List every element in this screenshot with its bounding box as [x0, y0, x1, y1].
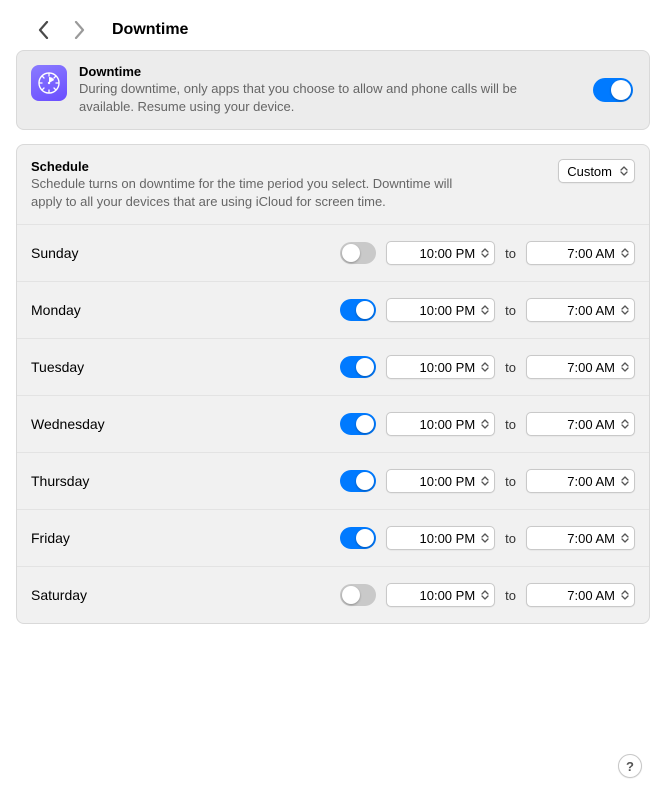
stepper-icon [479, 416, 491, 432]
header: Downtime [16, 10, 650, 50]
schedule-rows: Sunday 10:00 PM to 7:00 AM Monday 10:00 PM to 7… [17, 224, 649, 623]
day-label: Tuesday [31, 359, 340, 375]
from-time-value: 10:00 PM [395, 474, 476, 489]
schedule-description: Schedule turns on downtime for the time … [31, 175, 471, 210]
from-time-value: 10:00 PM [395, 588, 476, 603]
downtime-hero-text: Downtime During downtime, only apps that… [79, 64, 573, 115]
help-button[interactable]: ? [618, 754, 642, 778]
chevron-right-icon [74, 21, 85, 39]
from-time-value: 10:00 PM [395, 360, 476, 375]
schedule-row: Saturday 10:00 PM to 7:00 AM [17, 567, 649, 623]
stepper-icon [479, 473, 491, 489]
day-label: Sunday [31, 245, 340, 261]
to-time-field[interactable]: 7:00 AM [526, 298, 635, 322]
day-label: Monday [31, 302, 340, 318]
to-time-field[interactable]: 7:00 AM [526, 241, 635, 265]
schedule-mode-value: Custom [567, 164, 612, 179]
to-label: to [505, 417, 516, 432]
day-toggle[interactable] [340, 413, 376, 435]
schedule-mode-select[interactable]: Custom [558, 159, 635, 183]
from-time-field[interactable]: 10:00 PM [386, 241, 495, 265]
back-button[interactable] [34, 16, 52, 44]
day-toggle[interactable] [340, 356, 376, 378]
day-label: Friday [31, 530, 340, 546]
to-time-field[interactable]: 7:00 AM [526, 355, 635, 379]
stepper-icon [619, 530, 631, 546]
day-toggle[interactable] [340, 584, 376, 606]
to-time-field[interactable]: 7:00 AM [526, 583, 635, 607]
from-time-field[interactable]: 10:00 PM [386, 526, 495, 550]
day-label: Thursday [31, 473, 340, 489]
from-time-field[interactable]: 10:00 PM [386, 412, 495, 436]
schedule-panel: Schedule Schedule turns on downtime for … [16, 144, 650, 624]
chevron-left-icon [38, 21, 49, 39]
to-time-field[interactable]: 7:00 AM [526, 412, 635, 436]
stepper-icon [618, 163, 630, 179]
to-label: to [505, 360, 516, 375]
stepper-icon [479, 245, 491, 261]
to-label: to [505, 531, 516, 546]
to-time-value: 7:00 AM [535, 417, 616, 432]
to-label: to [505, 588, 516, 603]
to-label: to [505, 303, 516, 318]
from-time-field[interactable]: 10:00 PM [386, 583, 495, 607]
clock-gauge-icon [37, 71, 61, 95]
to-time-value: 7:00 AM [535, 474, 616, 489]
to-time-value: 7:00 AM [535, 360, 616, 375]
stepper-icon [619, 587, 631, 603]
schedule-row: Monday 10:00 PM to 7:00 AM [17, 282, 649, 339]
from-time-value: 10:00 PM [395, 246, 476, 261]
to-label: to [505, 474, 516, 489]
schedule-row: Sunday 10:00 PM to 7:00 AM [17, 225, 649, 282]
downtime-hero: Downtime During downtime, only apps that… [16, 50, 650, 130]
from-time-value: 10:00 PM [395, 417, 476, 432]
help-icon: ? [626, 759, 634, 774]
from-time-field[interactable]: 10:00 PM [386, 355, 495, 379]
to-time-value: 7:00 AM [535, 531, 616, 546]
forward-button[interactable] [70, 16, 88, 44]
schedule-row: Wednesday 10:00 PM to 7:00 AM [17, 396, 649, 453]
day-label: Saturday [31, 587, 340, 603]
from-time-field[interactable]: 10:00 PM [386, 298, 495, 322]
downtime-hero-description: During downtime, only apps that you choo… [79, 80, 573, 115]
to-time-value: 7:00 AM [535, 588, 616, 603]
stepper-icon [619, 245, 631, 261]
day-toggle[interactable] [340, 299, 376, 321]
to-label: to [505, 246, 516, 261]
page-title: Downtime [112, 21, 188, 39]
downtime-icon [31, 65, 67, 101]
schedule-title: Schedule [31, 159, 548, 174]
stepper-icon [479, 587, 491, 603]
stepper-icon [479, 530, 491, 546]
downtime-master-toggle[interactable] [593, 78, 633, 102]
stepper-icon [619, 416, 631, 432]
to-time-value: 7:00 AM [535, 246, 616, 261]
schedule-row: Tuesday 10:00 PM to 7:00 AM [17, 339, 649, 396]
stepper-icon [619, 359, 631, 375]
downtime-hero-title: Downtime [79, 64, 573, 79]
stepper-icon [619, 473, 631, 489]
schedule-row: Friday 10:00 PM to 7:00 AM [17, 510, 649, 567]
schedule-header: Schedule Schedule turns on downtime for … [17, 145, 649, 224]
stepper-icon [619, 302, 631, 318]
from-time-field[interactable]: 10:00 PM [386, 469, 495, 493]
day-toggle[interactable] [340, 242, 376, 264]
to-time-value: 7:00 AM [535, 303, 616, 318]
from-time-value: 10:00 PM [395, 531, 476, 546]
stepper-icon [479, 359, 491, 375]
day-toggle[interactable] [340, 470, 376, 492]
to-time-field[interactable]: 7:00 AM [526, 526, 635, 550]
to-time-field[interactable]: 7:00 AM [526, 469, 635, 493]
day-toggle[interactable] [340, 527, 376, 549]
stepper-icon [479, 302, 491, 318]
day-label: Wednesday [31, 416, 340, 432]
schedule-row: Thursday 10:00 PM to 7:00 AM [17, 453, 649, 510]
settings-pane: Downtime Downtime D [0, 0, 666, 798]
from-time-value: 10:00 PM [395, 303, 476, 318]
